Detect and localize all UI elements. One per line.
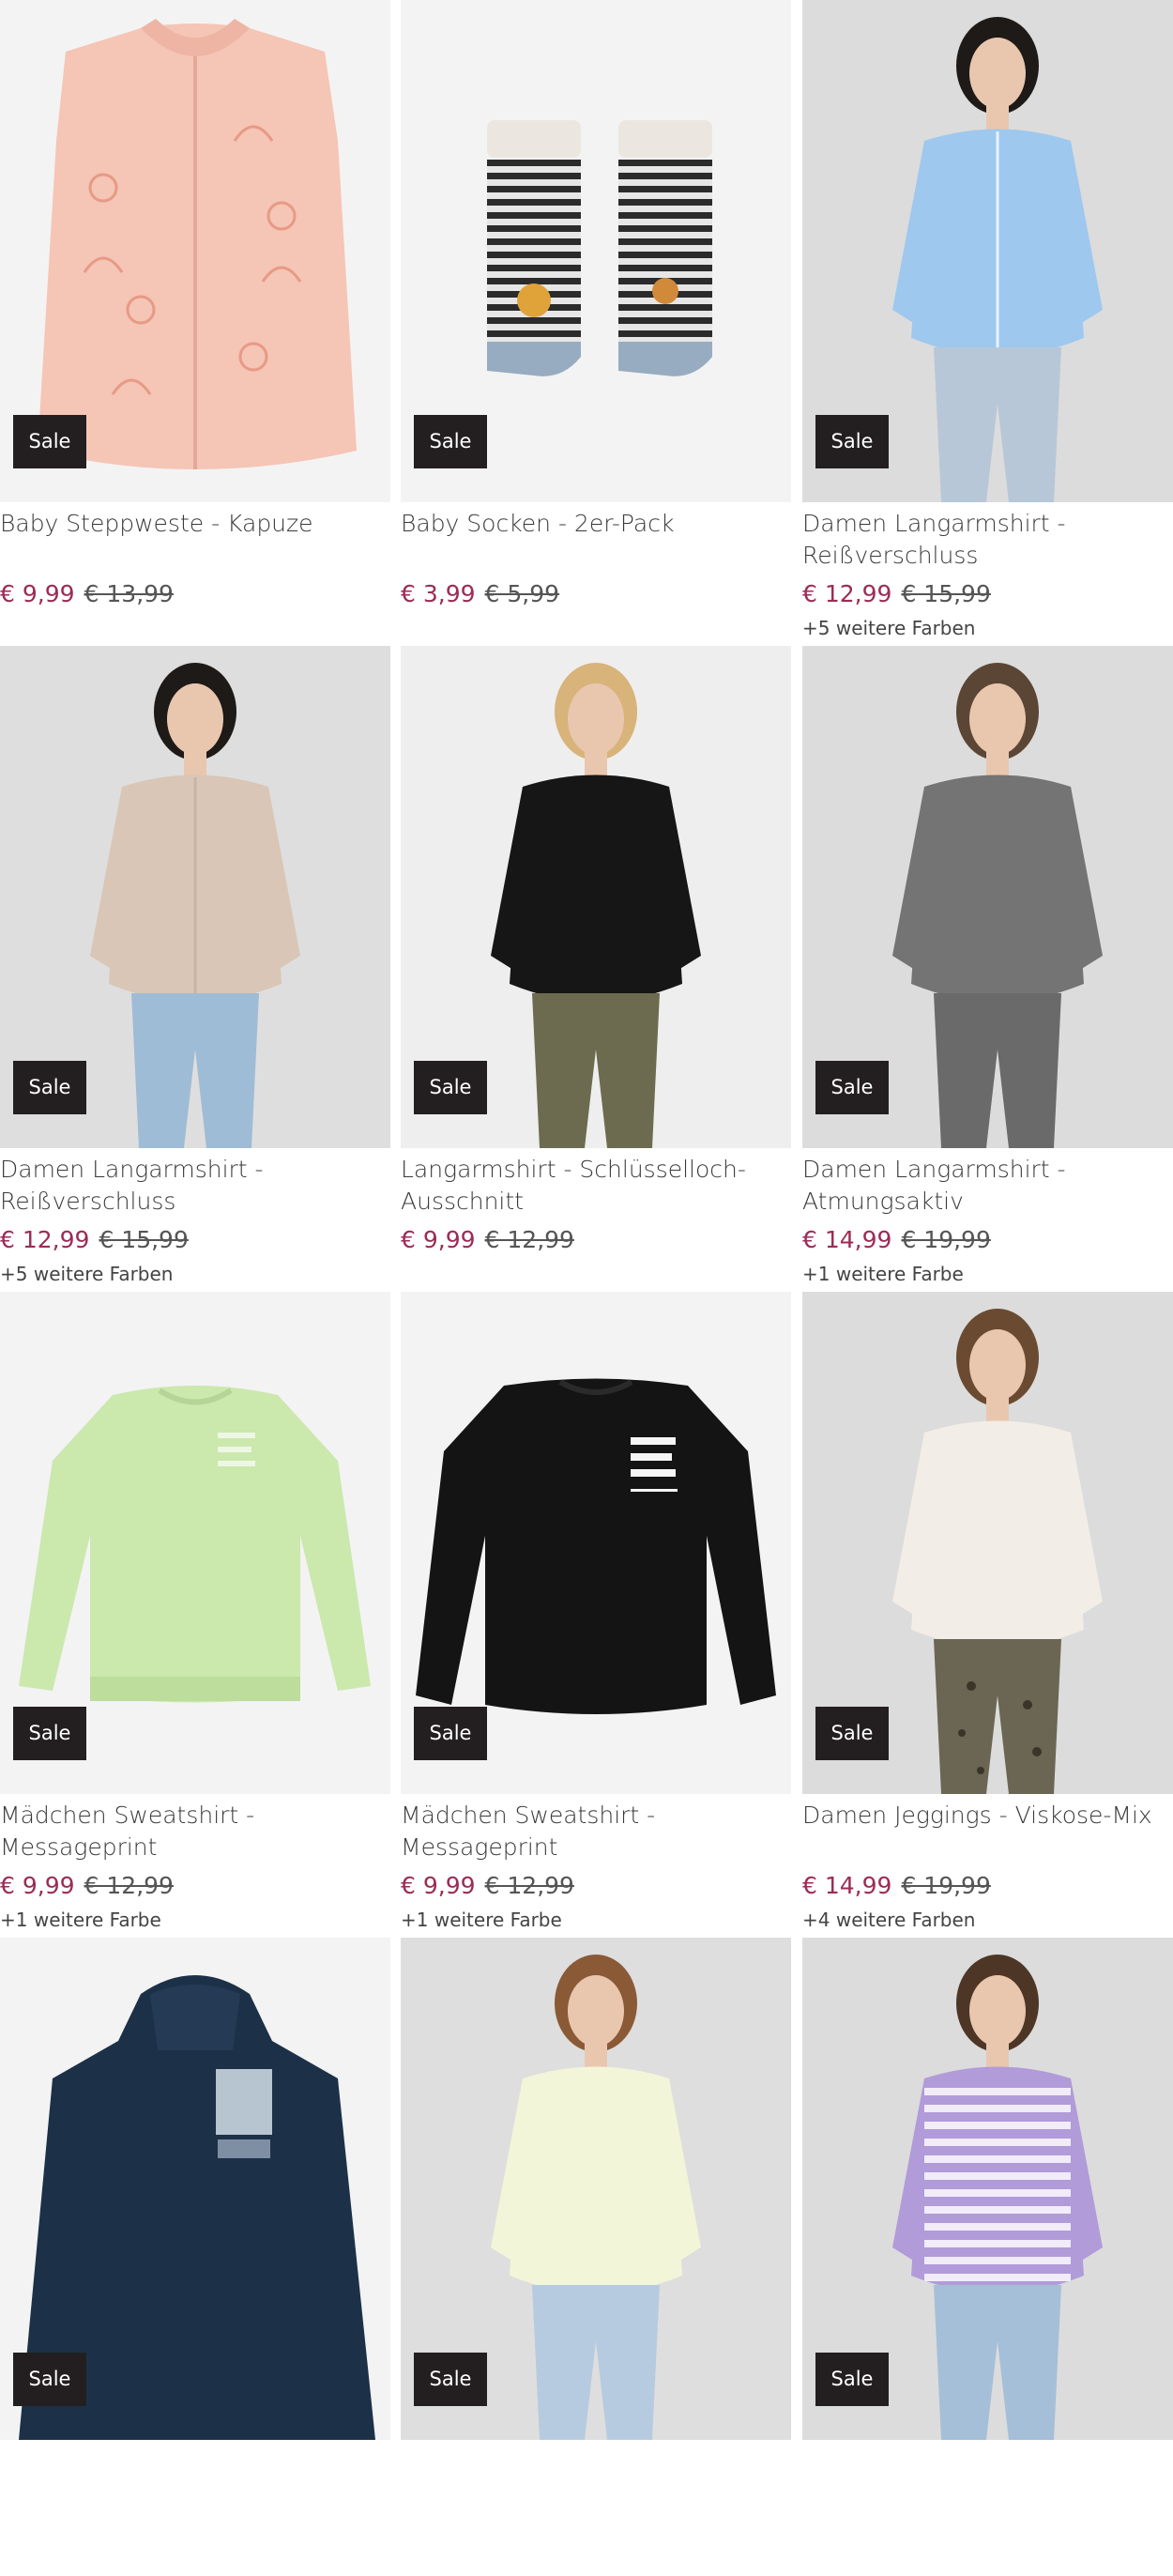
product-card[interactable]: Sale Damen Jeggings - Viskose-Mix € 14,99 €… bbox=[802, 1292, 1173, 1932]
product-image[interactable]: Sale bbox=[0, 0, 390, 502]
product-name[interactable]: Mädchen Sweatshirt - Messageprint bbox=[401, 1800, 785, 1863]
product-price: € 9,99 € 12,99 bbox=[401, 1224, 574, 1256]
product-card[interactable]: Sale bbox=[401, 1938, 791, 2576]
sale-price: € 14,99 bbox=[802, 1226, 892, 1253]
product-image[interactable]: Sale bbox=[401, 1292, 791, 1794]
product-name[interactable]: Langarmshirt - Schlüsselloch-Ausschnitt bbox=[401, 1154, 785, 1218]
sale-badge: Sale bbox=[815, 1707, 889, 1760]
sale-price: € 9,99 bbox=[0, 580, 75, 607]
sale-badge: Sale bbox=[13, 1061, 86, 1114]
product-card[interactable]: Sale Damen Langarmshirt - Atmungsaktiv € 1… bbox=[802, 646, 1173, 1286]
product-card[interactable]: Sale bbox=[802, 1938, 1173, 2576]
product-name[interactable]: Damen Langarmshirt - Reißverschluss bbox=[802, 508, 1173, 572]
sale-price: € 9,99 bbox=[401, 1872, 476, 1899]
sale-badge: Sale bbox=[13, 415, 86, 468]
product-image[interactable]: Sale bbox=[802, 1938, 1173, 2440]
sale-badge: Sale bbox=[414, 1707, 487, 1760]
product-name[interactable]: Baby Socken - 2er-Pack bbox=[401, 508, 785, 540]
product-image[interactable]: Sale bbox=[401, 646, 791, 1148]
product-name[interactable]: Mädchen Sweatshirt - Messageprint bbox=[0, 1800, 385, 1863]
sale-badge: Sale bbox=[815, 2353, 889, 2406]
sale-price: € 12,99 bbox=[802, 580, 892, 607]
product-card[interactable]: Sale bbox=[0, 1938, 390, 2576]
sale-price: € 14,99 bbox=[802, 1872, 892, 1899]
sale-price: € 9,99 bbox=[401, 1226, 476, 1253]
sale-badge: Sale bbox=[414, 2353, 487, 2406]
original-price: € 12,99 bbox=[484, 1226, 574, 1253]
more-colors-link[interactable]: +1 weitere Farbe bbox=[802, 1262, 964, 1286]
product-grid: Sale Baby Steppweste - Kapuze € 9,99 € 13,9… bbox=[0, 0, 1173, 2440]
product-card[interactable]: Sale Damen Langarmshirt - Reißverschluss €… bbox=[802, 0, 1173, 640]
sale-badge: Sale bbox=[13, 1707, 86, 1760]
original-price: € 13,99 bbox=[84, 580, 174, 607]
product-card[interactable]: Sale Baby Socken - 2er-Pack € 3,99 € 5,99 bbox=[401, 0, 791, 638]
product-price: € 9,99 € 13,99 bbox=[0, 578, 174, 610]
original-price: € 5,99 bbox=[484, 580, 560, 607]
sale-badge: Sale bbox=[414, 415, 487, 468]
product-name[interactable]: Damen Langarmshirt - Reißverschluss bbox=[0, 1154, 385, 1218]
product-price: € 12,99 € 15,99 bbox=[0, 1224, 189, 1256]
product-image[interactable]: Sale bbox=[0, 646, 390, 1148]
sale-price: € 9,99 bbox=[0, 1872, 75, 1899]
product-image[interactable]: Sale bbox=[401, 1938, 791, 2440]
sale-badge: Sale bbox=[815, 415, 889, 468]
product-price: € 9,99 € 12,99 bbox=[401, 1870, 574, 1902]
more-colors-link[interactable]: +5 weitere Farben bbox=[802, 616, 975, 640]
product-card[interactable]: Sale Baby Steppweste - Kapuze € 9,99 € 13,9… bbox=[0, 0, 390, 638]
sale-badge: Sale bbox=[13, 2353, 86, 2406]
product-card[interactable]: Sale Mädchen Sweatshirt - Messageprint € 9… bbox=[401, 1292, 791, 1932]
product-image[interactable]: Sale bbox=[0, 1938, 390, 2440]
product-image[interactable]: Sale bbox=[802, 1292, 1173, 1794]
product-price: € 14,99 € 19,99 bbox=[802, 1870, 991, 1902]
sale-badge: Sale bbox=[414, 1061, 487, 1114]
product-image[interactable]: Sale bbox=[0, 1292, 390, 1794]
product-name[interactable]: Damen Langarmshirt - Atmungsaktiv bbox=[802, 1154, 1173, 1218]
sale-price: € 3,99 bbox=[401, 580, 476, 607]
product-image[interactable]: Sale bbox=[802, 646, 1173, 1148]
original-price: € 15,99 bbox=[99, 1226, 189, 1253]
original-price: € 15,99 bbox=[901, 580, 991, 607]
original-price: € 19,99 bbox=[901, 1226, 991, 1253]
more-colors-link[interactable]: +1 weitere Farbe bbox=[0, 1908, 161, 1932]
original-price: € 12,99 bbox=[84, 1872, 174, 1899]
product-card[interactable]: Sale Mädchen Sweatshirt - Messageprint € 9… bbox=[0, 1292, 390, 1932]
product-card[interactable]: Sale Damen Langarmshirt - Reißverschluss €… bbox=[0, 646, 390, 1286]
original-price: € 19,99 bbox=[901, 1872, 991, 1899]
product-price: € 3,99 € 5,99 bbox=[401, 578, 559, 610]
product-price: € 9,99 € 12,99 bbox=[0, 1870, 174, 1902]
product-price: € 14,99 € 19,99 bbox=[802, 1224, 991, 1256]
sale-price: € 12,99 bbox=[0, 1226, 90, 1253]
more-colors-link[interactable]: +4 weitere Farben bbox=[802, 1908, 975, 1932]
product-image[interactable]: Sale bbox=[401, 0, 791, 502]
product-name[interactable]: Baby Steppweste - Kapuze bbox=[0, 508, 385, 540]
sale-badge: Sale bbox=[815, 1061, 889, 1114]
more-colors-link[interactable]: +5 weitere Farben bbox=[0, 1262, 173, 1286]
original-price: € 12,99 bbox=[484, 1872, 574, 1899]
product-name[interactable]: Damen Jeggings - Viskose-Mix bbox=[802, 1800, 1173, 1832]
product-card[interactable]: Sale Langarmshirt - Schlüsselloch-Ausschn… bbox=[401, 646, 791, 1284]
product-image[interactable]: Sale bbox=[802, 0, 1173, 502]
product-price: € 12,99 € 15,99 bbox=[802, 578, 991, 610]
more-colors-link[interactable]: +1 weitere Farbe bbox=[401, 1908, 562, 1932]
